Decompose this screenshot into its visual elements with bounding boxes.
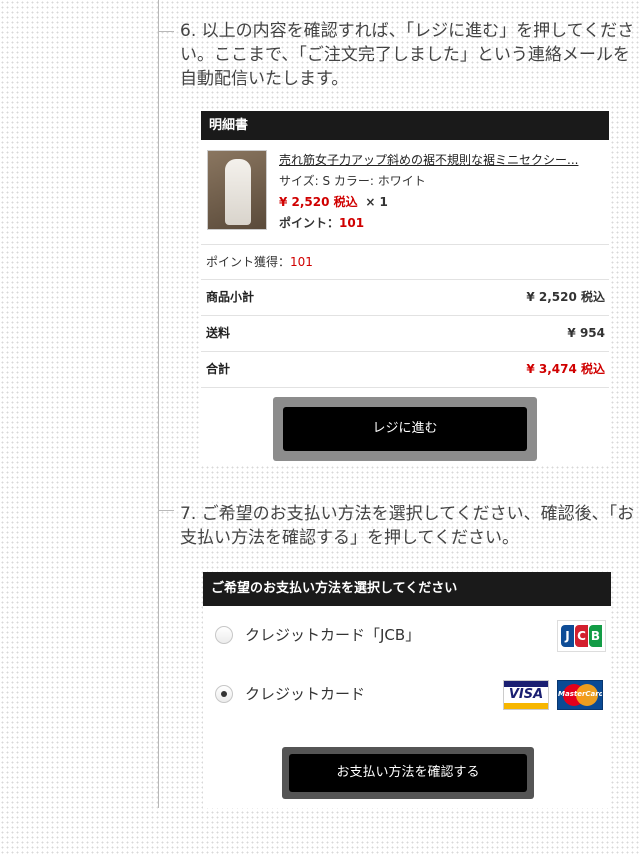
step7-number: 7. xyxy=(180,504,197,524)
jcb-letter-b: B xyxy=(589,625,602,647)
shipping-row: 送料 ¥ 954 xyxy=(201,316,609,352)
subtotal-label: 商品小計 xyxy=(206,290,255,304)
points-earned-row: ポイント獲得：101 xyxy=(201,245,609,280)
total-value: ¥ 3,474 税込 xyxy=(526,362,605,376)
jcb-logo-icon: J C B xyxy=(557,620,606,652)
timeline-line xyxy=(158,0,159,808)
product-name-link[interactable]: 売れ筋女子力アップ斜めの裾不規則な裾ミニセクシー... xyxy=(279,150,599,171)
confirm-payment-button[interactable]: お支払い方法を確認する xyxy=(289,754,527,792)
jcb-letter-c: C xyxy=(575,625,588,647)
timeline-tick-step7 xyxy=(158,510,174,511)
step6-text: 以上の内容を確認すれば、「レジに進む」を押してください。ここまで、「ご注文完了し… xyxy=(180,21,635,89)
total-row: 合計 ¥ 3,474 税込 xyxy=(201,352,609,388)
payment-option-credit-card[interactable]: クレジットカード VISA MasterCard xyxy=(203,669,611,719)
total-label: 合計 xyxy=(206,362,231,376)
mastercard-logo-text: MasterCard xyxy=(558,690,603,698)
visa-logo-icon: VISA xyxy=(503,680,549,710)
jcb-letter-j: J xyxy=(561,625,574,647)
timeline-tick-step6 xyxy=(158,31,174,32)
product-thumbnail[interactable] xyxy=(207,150,267,230)
subtotal-row: 商品小計 ¥ 2,520 税込 xyxy=(201,280,609,316)
product-row: 売れ筋女子力アップ斜めの裾不規則な裾ミニセクシー... サイズ: S カラー: … xyxy=(201,140,609,245)
product-size-color: サイズ: S カラー: ホワイト xyxy=(279,174,426,188)
product-price: ¥ 2,520 税込 xyxy=(279,195,358,209)
mastercard-logo-icon: MasterCard xyxy=(557,680,603,710)
points-earned-label: ポイント獲得： xyxy=(206,255,291,269)
step6-number: 6. xyxy=(180,21,197,41)
radio-jcb[interactable] xyxy=(215,626,233,644)
subtotal-value: ¥ 2,520 税込 xyxy=(526,290,605,304)
points-earned-value: 101 xyxy=(290,255,313,269)
product-points-value: 101 xyxy=(339,216,365,230)
product-quantity: × 1 xyxy=(365,195,388,209)
payment-option-jcb[interactable]: クレジットカード「JCB」 J C B xyxy=(203,610,611,660)
payment-header: ご希望のお支払い方法を選択してください xyxy=(203,572,611,606)
shipping-label: 送料 xyxy=(206,326,231,340)
checkout-button[interactable]: レジに進む xyxy=(283,407,527,451)
radio-selected-dot xyxy=(221,691,227,697)
dress-photo-icon xyxy=(225,159,251,225)
radio-credit-card[interactable] xyxy=(215,685,233,703)
step7-instructions: 7. ご希望のお支払い方法を選択してください、確認後、「お支払い方法を確認する」… xyxy=(180,502,635,550)
payment-option-credit-card-label[interactable]: クレジットカード xyxy=(245,683,365,704)
shipping-value: ¥ 954 xyxy=(567,326,605,340)
step7-text: ご希望のお支払い方法を選択してください、確認後、「お支払い方法を確認する」を押し… xyxy=(180,504,635,548)
visa-logo-text: VISA xyxy=(508,687,544,702)
payment-option-jcb-label[interactable]: クレジットカード「JCB」 xyxy=(245,624,420,645)
step6-instructions: 6. 以上の内容を確認すれば、「レジに進む」を押してください。ここまで、「ご注文… xyxy=(180,19,635,91)
invoice-header: 明細書 xyxy=(201,111,609,140)
product-points-label: ポイント： xyxy=(279,216,340,230)
